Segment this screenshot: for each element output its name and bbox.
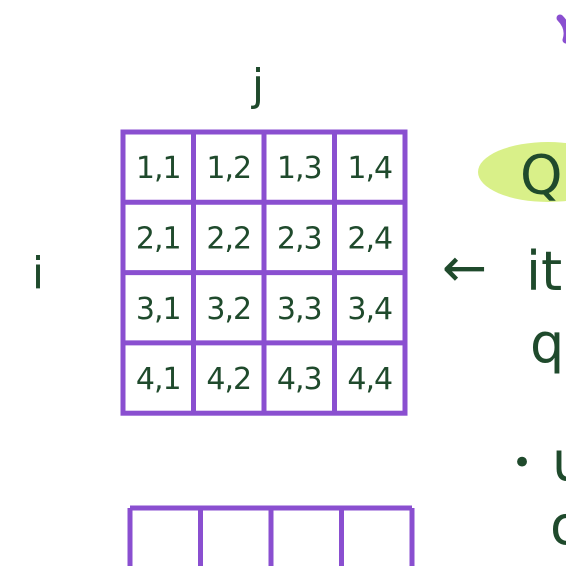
text-fragment-it: it bbox=[526, 240, 562, 303]
matrix-grid: 1,1 1,2 1,3 1,4 2,1 2,2 2,3 2,4 3,1 3,2 3,3 3,4 4,1 4… bbox=[120, 129, 408, 416]
matrix-cell-2-3: 2,3 bbox=[277, 221, 322, 256]
matrix-cell-3-4: 3,4 bbox=[347, 292, 392, 327]
matrix-cell-1-4: 1,4 bbox=[347, 151, 392, 186]
matrix-cell-2-1: 2,1 bbox=[136, 221, 181, 256]
left-arrow: ← bbox=[442, 236, 487, 299]
highlighted-heading: Q bbox=[478, 142, 566, 207]
bullet: • bbox=[512, 443, 532, 483]
text-fragment-o: o bbox=[550, 494, 566, 557]
matrix-cell-4-3: 4,3 bbox=[277, 362, 322, 397]
column-label: j bbox=[251, 60, 264, 111]
matrix-cell-4-2: 4,2 bbox=[206, 362, 251, 397]
matrix-cell-2-4: 2,4 bbox=[347, 221, 392, 256]
text-fragment-q: q bbox=[530, 312, 564, 375]
bottom-array bbox=[127, 505, 415, 566]
text-fragment-u: u bbox=[552, 430, 566, 493]
matrix-cell-3-2: 3,2 bbox=[206, 292, 251, 327]
row-label: i bbox=[32, 248, 44, 299]
purple-mark bbox=[556, 14, 566, 44]
matrix-cell-2-2: 2,2 bbox=[206, 221, 251, 256]
matrix-cell-1-3: 1,3 bbox=[277, 151, 322, 186]
highlight-text: Q bbox=[520, 144, 563, 207]
matrix-cell-1-2: 1,2 bbox=[206, 151, 251, 186]
matrix-cell-1-1: 1,1 bbox=[136, 151, 181, 186]
matrix-cell-3-3: 3,3 bbox=[277, 292, 322, 327]
whiteboard-canvas: j i 1,1 1,2 1,3 1,4 2,1 2,2 2,3 2,4 3,1 3,2 3,3 3,4… bbox=[32, 14, 566, 566]
matrix-cell-4-1: 4,1 bbox=[136, 362, 181, 397]
matrix-cell-3-1: 3,1 bbox=[136, 292, 181, 327]
matrix-cell-4-4: 4,4 bbox=[347, 362, 392, 397]
